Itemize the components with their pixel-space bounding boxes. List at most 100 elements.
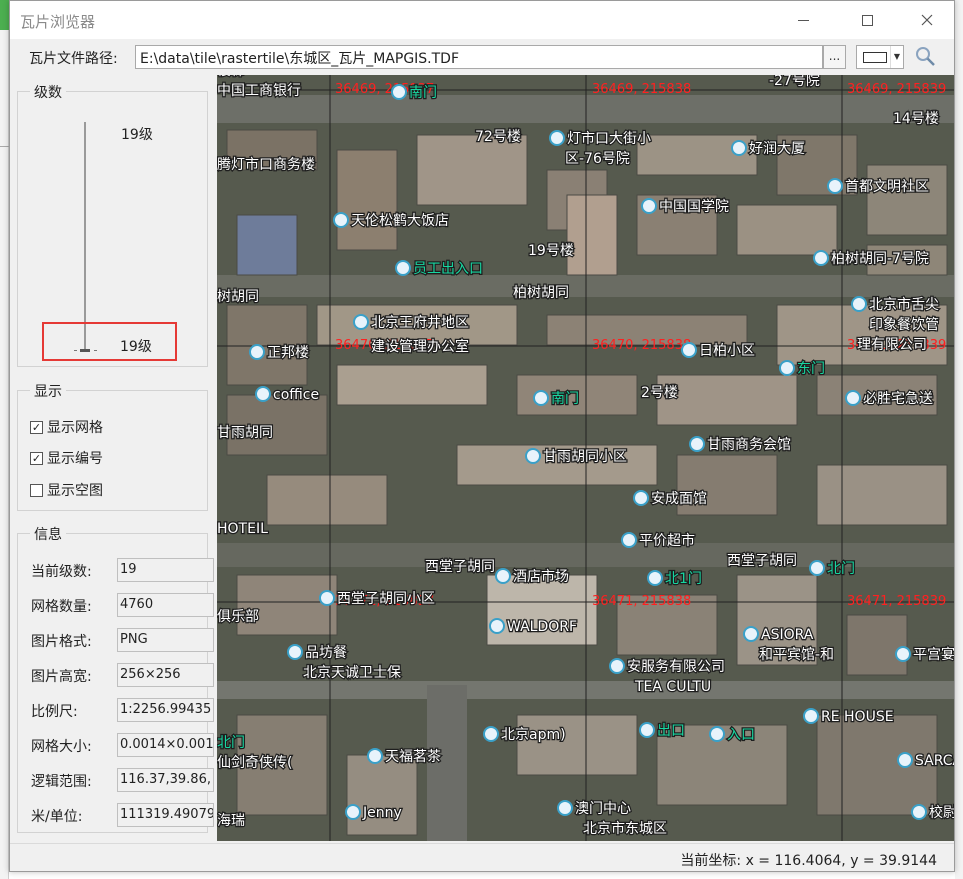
poi-label[interactable]: 树胡同 — [217, 288, 260, 307]
poi-label[interactable]: 建设管理办公室 — [370, 337, 471, 357]
close-button[interactable] — [900, 1, 954, 39]
poi-marker-icon — [851, 296, 867, 312]
search-button[interactable] — [914, 45, 938, 69]
poi-label[interactable]: 腾灯市口商务楼 — [217, 155, 316, 175]
poi-label[interactable]: TEA CULTU — [633, 678, 713, 697]
info-group: 信息 当前级数: 19 网格数量: 4760 图片格式: PNG 图片高宽: 256×2… — [17, 524, 214, 833]
poi-label[interactable]: 北京王府井地区 — [370, 314, 471, 333]
poi-label[interactable]: 西堂子胡同 — [424, 558, 497, 577]
poi-label[interactable]: 柏树胡同 — [512, 284, 571, 303]
info-row: 网格数量: 4760 — [31, 593, 214, 617]
poi-label[interactable]: Jenny — [361, 804, 403, 823]
poi-label[interactable]: 必胜宅急送 — [862, 390, 935, 409]
poi-label[interactable]: -27号院 — [768, 75, 821, 90]
checkbox-checked: ✓ — [30, 451, 43, 465]
maximize-button[interactable] — [840, 1, 894, 39]
poi-label[interactable]: ASIORA — [760, 626, 815, 645]
poi-label[interactable]: 甘雨胡同小区 — [542, 448, 629, 467]
building-block — [776, 304, 948, 366]
poi-marker-icon — [633, 490, 649, 506]
poi-label[interactable]: 南门 — [408, 84, 439, 103]
poi-label[interactable]: 中国国学院 — [658, 198, 731, 217]
poi-label[interactable]: SARCAR — [914, 752, 954, 771]
status-bar: 当前坐标: x = 116.4064, y = 39.9144 — [10, 843, 954, 871]
minimize-button[interactable] — [776, 1, 830, 39]
poi-label[interactable]: 印象餐饮管 — [868, 316, 941, 335]
poi-label[interactable]: 品坊餐 — [304, 644, 349, 663]
poi-label[interactable]: 甘雨商务会馆 — [706, 436, 793, 455]
poi-label[interactable]: 和平宾馆-和 — [758, 646, 836, 665]
poi-label[interactable]: 澳门中心 — [574, 800, 633, 819]
poi-label[interactable]: 南门 — [550, 390, 581, 409]
poi-label[interactable]: 天伦松鹤大饭店 — [350, 212, 451, 231]
poi-label[interactable]: 14号楼 — [892, 110, 940, 129]
tile-id-label: 36471, 215838 — [592, 594, 691, 609]
show-empty-checkbox[interactable]: 显示空图 — [30, 480, 103, 500]
poi-label[interactable]: HOTEIL — [217, 520, 269, 539]
poi-label[interactable]: 日柏小区 — [698, 342, 757, 361]
level-slider-track[interactable] — [84, 122, 86, 352]
poi-label[interactable]: 北京apm) — [500, 726, 567, 745]
poi-label[interactable]: coffice — [272, 386, 321, 405]
poi-label[interactable]: 19号楼 — [527, 242, 575, 261]
poi-marker-icon — [731, 140, 747, 156]
poi-label[interactable]: 安服务有限公司 — [626, 658, 727, 677]
poi-label[interactable]: 北门 — [217, 734, 246, 753]
poi-label[interactable]: 楼梯 — [217, 75, 246, 80]
poi-label[interactable]: 好润大厦 — [748, 140, 807, 159]
info-value[interactable]: 4760 — [117, 593, 214, 617]
poi-label[interactable]: 北1门 — [664, 570, 703, 589]
poi-label[interactable]: 入口 — [726, 726, 757, 745]
titlebar: 瓦片浏览器 — [10, 1, 954, 39]
poi-label[interactable]: 平价超市 — [638, 531, 697, 551]
browse-button[interactable]: ... — [823, 45, 846, 69]
poi-label[interactable]: 理有限公司 — [856, 336, 929, 355]
grid-style-select[interactable]: ▼ — [856, 45, 904, 69]
poi-label[interactable]: 北京市舌尖 — [868, 295, 941, 315]
info-value[interactable]: 111319.49079 — [117, 803, 214, 827]
poi-label[interactable]: 西堂子胡同 — [726, 552, 799, 571]
info-value[interactable]: 116.37,39.86, — [117, 768, 214, 792]
poi-label[interactable]: 北门 — [826, 560, 857, 579]
path-input[interactable]: E:\data\tile\rastertile\东城区_瓦片_MAPGIS.TD… — [135, 45, 823, 69]
poi-label[interactable]: 柏树胡同-7号院 — [830, 250, 930, 269]
poi-label[interactable]: 酒店市场 — [512, 567, 571, 587]
poi-label[interactable]: 区-76号院 — [564, 150, 631, 169]
poi-label[interactable]: 中国工商银行 — [217, 82, 302, 101]
poi-label[interactable]: 灯市口大街小 — [566, 129, 653, 149]
poi-label[interactable]: 北京市东城区 — [582, 819, 669, 839]
poi-label[interactable]: 平宫宴会厅 — [912, 645, 954, 665]
poi-label[interactable]: WALDORF — [506, 618, 579, 637]
poi-label[interactable]: 西堂子胡同小区 — [336, 590, 437, 609]
info-value[interactable]: 19 — [117, 558, 214, 582]
poi-label[interactable]: 正邦楼 — [266, 344, 311, 363]
poi-label[interactable]: 员工出入口 — [412, 260, 485, 279]
poi-label[interactable]: 俱乐部 — [217, 608, 260, 627]
poi-label[interactable]: RE HOUSE — [820, 708, 895, 727]
poi-marker-icon — [709, 726, 725, 742]
info-label: 图片格式: — [31, 634, 92, 650]
poi-label[interactable]: 首都文明社区 — [844, 178, 931, 197]
tile-map-view[interactable]: 36469, 215837 36469, 215838 36469, 215839 3… — [217, 75, 954, 841]
grid-style-swatch — [863, 52, 887, 63]
info-value[interactable]: 1:2256.99435 — [117, 698, 214, 722]
map-canvas[interactable]: 36469, 215837 36469, 215838 36469, 2158393… — [217, 75, 954, 841]
poi-label[interactable]: 校尉胡同小学 — [928, 803, 954, 823]
poi-label[interactable]: 仙剑奇侠传( — [217, 753, 294, 773]
info-value[interactable]: 0.0014×0.001 — [117, 733, 214, 757]
poi-label[interactable]: 出口 — [656, 722, 687, 741]
path-row: 瓦片文件路径: E:\data\tile\rastertile\东城区_瓦片_M… — [10, 43, 954, 73]
poi-label[interactable]: 甘雨胡同 — [217, 424, 274, 443]
poi-marker-icon — [333, 212, 349, 228]
show-id-checkbox[interactable]: ✓ 显示编号 — [30, 448, 103, 468]
show-grid-checkbox[interactable]: ✓ 显示网格 — [30, 417, 103, 437]
info-value[interactable]: 256×256 — [117, 663, 214, 687]
info-value[interactable]: PNG — [117, 628, 214, 652]
poi-label[interactable]: 安成面馆 — [650, 490, 709, 509]
poi-label[interactable]: 海瑞 — [217, 812, 246, 831]
poi-label[interactable]: 天福茗茶 — [384, 748, 443, 767]
poi-label[interactable]: 2号楼 — [640, 384, 679, 403]
poi-label[interactable]: 72号楼 — [474, 128, 522, 147]
poi-label[interactable]: 北京天诚卫士保 — [302, 664, 403, 683]
poi-label[interactable]: 东门 — [796, 360, 827, 379]
